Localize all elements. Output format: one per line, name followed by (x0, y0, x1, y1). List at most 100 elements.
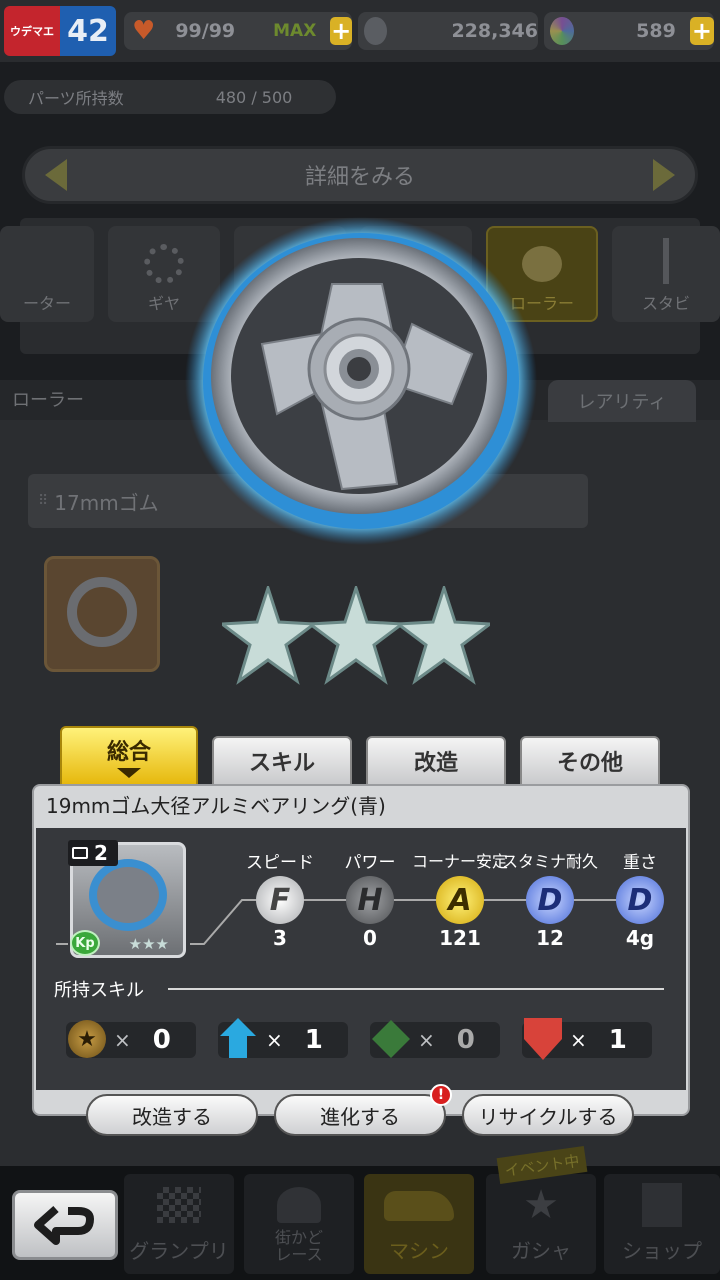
stamina-value: 99/99 (175, 20, 236, 42)
tab-modify[interactable]: 改造 (366, 736, 506, 786)
tab-other[interactable]: その他 (520, 736, 660, 786)
skill-multiplier: × (266, 1028, 283, 1052)
star-icon (398, 586, 490, 685)
detail-button[interactable]: 詳細をみる (22, 146, 698, 204)
down-arrow-icon (524, 1018, 562, 1060)
grade-power: H (346, 876, 394, 924)
gem-bar: 589 + (544, 12, 714, 50)
parts-label: パーツ所持数 (28, 89, 124, 108)
nav-shop[interactable]: ショップ (604, 1174, 720, 1274)
parts-value: 480 / 500 (215, 87, 293, 107)
level-tag: ウデマエ (4, 6, 60, 56)
skill-divider (168, 988, 664, 990)
skill-count: 0 (456, 1025, 475, 1055)
stat-label-cornering: コーナー安定 (411, 852, 508, 871)
gem-icon (550, 17, 575, 45)
owned-count-badge: 2 (68, 840, 118, 866)
nav-label: 街かど レース (274, 1227, 323, 1265)
coin-bar: 228,346 (358, 12, 538, 50)
section-label: ローラー (12, 390, 84, 411)
stamina-max-label: MAX (273, 21, 317, 41)
stat-value-speed: 3 (273, 926, 287, 950)
skill-multiplier: × (418, 1028, 435, 1052)
stabilizer-icon (663, 238, 669, 284)
stat-value-weight: 4g (625, 926, 655, 950)
heart-icon: ♥ (132, 16, 156, 46)
category-stabilizer[interactable]: スタビ (612, 226, 720, 322)
nav-label: ショップ (622, 1239, 702, 1263)
modify-button[interactable]: 改造する (86, 1094, 258, 1136)
gem-plus-button[interactable]: + (689, 17, 714, 45)
rarity-stars (222, 586, 502, 696)
star-icon (222, 586, 314, 685)
wheel-icon (67, 577, 137, 647)
alert-badge: ! (430, 1084, 452, 1106)
grid-icon: ⠿ (38, 493, 49, 509)
owned-count: 2 (94, 841, 108, 865)
stat-label-stamina: スタミナ耐久 (501, 852, 598, 871)
gear-icon (144, 244, 184, 284)
background-item-label: 17mmゴム (54, 490, 159, 515)
building-icon (642, 1183, 682, 1227)
parts-count-bar: パーツ所持数 480 / 500 (4, 80, 336, 114)
skill-count: 1 (304, 1025, 323, 1055)
recycle-button[interactable]: リサイクルする (462, 1094, 634, 1136)
nav-label: ガシャ (511, 1239, 571, 1263)
back-button[interactable] (12, 1190, 118, 1260)
stat-label-weight: 重さ (623, 853, 657, 873)
nav-label: マシン (389, 1239, 449, 1263)
tab-overview[interactable]: 総合 (60, 726, 198, 786)
stamina-plus-button[interactable]: + (330, 17, 352, 45)
skill-multiplier: × (570, 1028, 587, 1052)
skill-slot-star: ★ × 0 (66, 1020, 196, 1058)
back-arrow-icon (34, 1206, 94, 1245)
stat-value-power: 0 (363, 926, 377, 950)
skill-slot-both: × 0 (370, 1020, 500, 1058)
grade-speed: F (256, 876, 304, 924)
category-label: スタビ (641, 294, 690, 313)
nav-grand-prix[interactable]: グランプリ (124, 1174, 234, 1274)
up-arrow-icon (220, 1018, 256, 1058)
chevron-down-icon (117, 768, 141, 778)
star-badge-icon: ★ (523, 1182, 559, 1228)
skill-multiplier: × (114, 1028, 131, 1052)
checkered-flag-icon (157, 1187, 201, 1223)
stat-value-stamina: 12 (536, 926, 564, 950)
nav-label: グランプリ (129, 1239, 229, 1263)
coin-icon (364, 17, 388, 45)
part-name: 19mmゴム大径アルミベアリング(青) (46, 794, 386, 818)
category-label: ーター (22, 294, 71, 313)
skill-count: 0 (152, 1025, 171, 1055)
grade-weight: D (616, 876, 664, 924)
stat-value-cornering: 121 (439, 926, 481, 950)
people-icon (277, 1186, 321, 1223)
grade-stamina: D (526, 876, 574, 924)
level-number: 42 (60, 6, 116, 56)
skill-section-title: 所持スキル (54, 980, 144, 1001)
star-icon: ★ (68, 1020, 106, 1058)
player-level-badge: ウデマエ 42 (4, 6, 116, 56)
coin-value: 228,346 (451, 20, 538, 42)
detail-label: 詳細をみる (304, 165, 415, 190)
category-motor[interactable]: ーター (0, 226, 94, 322)
skill-count: 1 (608, 1025, 627, 1055)
rarity-sort-tab[interactable]: レアリティ (548, 380, 696, 422)
background-item-thumbnail[interactable] (44, 556, 160, 672)
nav-machine[interactable]: マシン (364, 1174, 474, 1274)
gem-value: 589 (636, 20, 676, 42)
tab-skill[interactable]: スキル (212, 736, 352, 786)
evolve-button[interactable]: 進化する (274, 1094, 446, 1136)
grade-cornering: A (436, 876, 484, 924)
toolbox-icon (72, 847, 88, 859)
stat-label-speed: スピード (246, 853, 314, 873)
right-arrow-icon[interactable] (653, 159, 675, 191)
diamond-arrow-icon (372, 1020, 410, 1058)
left-arrow-icon[interactable] (45, 159, 67, 191)
nav-gacha[interactable]: ★ ガシャ (486, 1174, 596, 1274)
car-icon (384, 1191, 454, 1221)
nav-street-race[interactable]: 街かど レース (244, 1174, 354, 1274)
stat-label-power: パワー (344, 853, 396, 873)
star-icon (310, 586, 402, 685)
skill-slot-down: × 1 (522, 1018, 652, 1060)
roller-wheel-image (185, 217, 537, 545)
